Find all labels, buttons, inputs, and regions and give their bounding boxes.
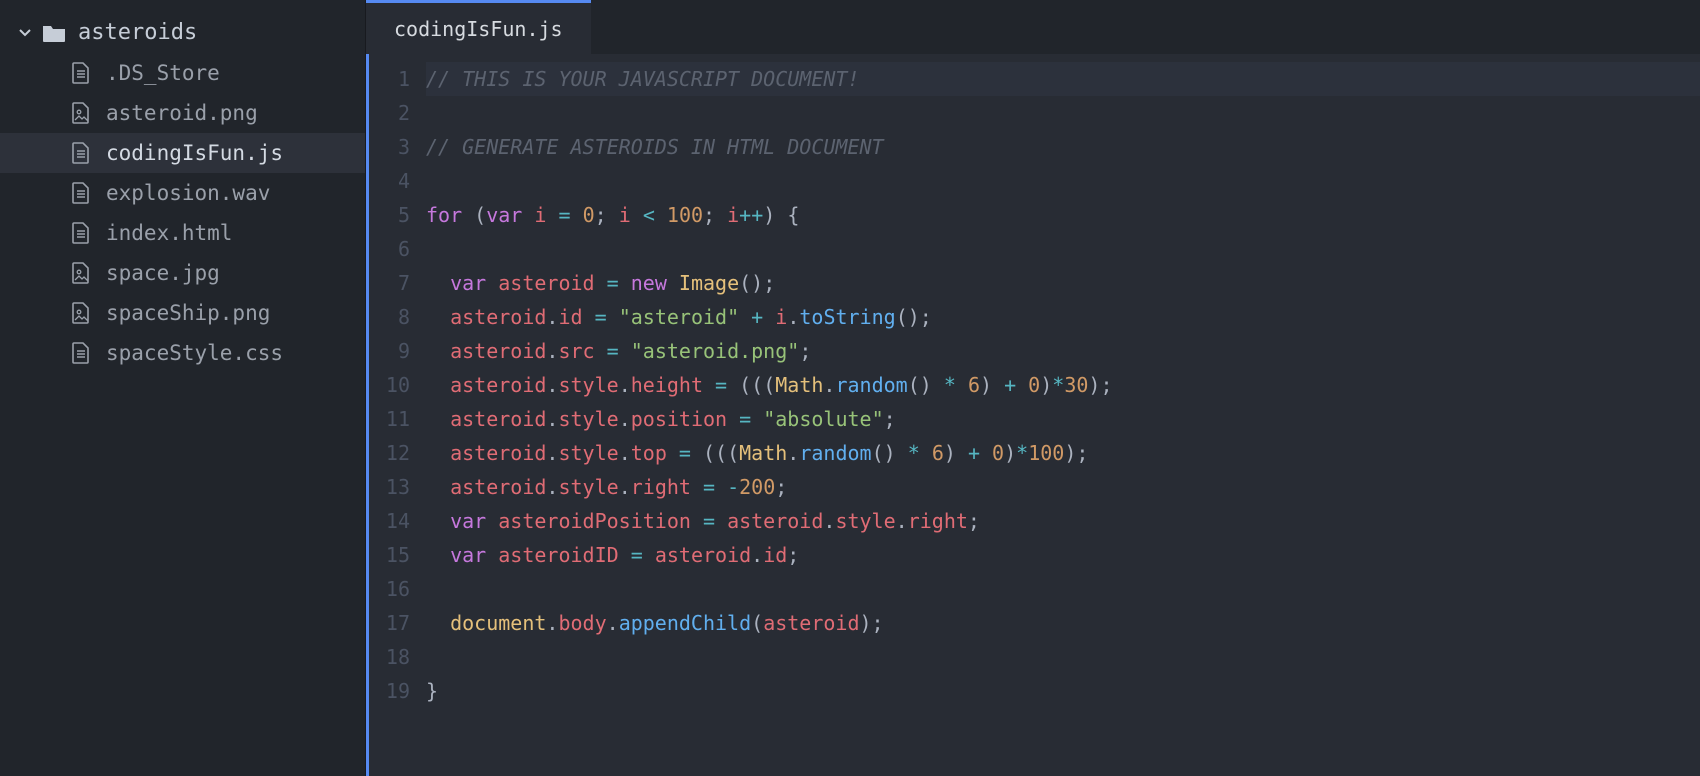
code-line[interactable]: } [426, 674, 1700, 708]
line-number: 10 [366, 368, 410, 402]
tab-label: codingIsFun.js [394, 17, 563, 41]
code-line[interactable]: asteroid.src = "asteroid.png"; [426, 334, 1700, 368]
file-row[interactable]: spaceShip.png [0, 293, 365, 333]
file-name: spaceShip.png [106, 301, 270, 325]
file-name: spaceStyle.css [106, 341, 283, 365]
line-number: 18 [366, 640, 410, 674]
folder-icon [42, 22, 66, 44]
editor-pane: codingIsFun.js 1234567891011121314151617… [365, 0, 1700, 776]
file-row[interactable]: .DS_Store [0, 53, 365, 93]
line-number: 16 [366, 572, 410, 606]
file-name: index.html [106, 221, 232, 245]
line-number: 14 [366, 504, 410, 538]
line-number: 17 [366, 606, 410, 640]
file-text-icon [70, 61, 92, 85]
file-name: space.jpg [106, 261, 220, 285]
folder-name: asteroids [78, 20, 197, 45]
code-editor[interactable]: 12345678910111213141516171819 // THIS IS… [366, 54, 1700, 776]
code-line[interactable]: // GENERATE ASTEROIDS IN HTML DOCUMENT [426, 130, 1700, 164]
file-row[interactable]: space.jpg [0, 253, 365, 293]
code-line[interactable]: asteroid.id = "asteroid" + i.toString(); [426, 300, 1700, 334]
file-row[interactable]: codingIsFun.js [0, 133, 365, 173]
file-text-icon [70, 141, 92, 165]
code-line[interactable] [426, 572, 1700, 606]
file-name: codingIsFun.js [106, 141, 283, 165]
code-line[interactable]: // THIS IS YOUR JAVASCRIPT DOCUMENT! [426, 62, 1700, 96]
file-text-icon [70, 181, 92, 205]
code-line[interactable]: for (var i = 0; i < 100; i++) { [426, 198, 1700, 232]
file-text-icon [70, 221, 92, 245]
line-number: 2 [366, 96, 410, 130]
file-image-icon [70, 101, 92, 125]
code-line[interactable]: asteroid.style.right = -200; [426, 470, 1700, 504]
file-name: asteroid.png [106, 101, 258, 125]
line-number: 12 [366, 436, 410, 470]
code-line[interactable]: asteroid.style.position = "absolute"; [426, 402, 1700, 436]
code-line[interactable]: var asteroidPosition = asteroid.style.ri… [426, 504, 1700, 538]
line-number: 3 [366, 130, 410, 164]
line-number: 8 [366, 300, 410, 334]
code-line[interactable]: document.body.appendChild(asteroid); [426, 606, 1700, 640]
line-number: 1 [366, 62, 410, 96]
code-line[interactable] [426, 164, 1700, 198]
file-text-icon [70, 341, 92, 365]
tab-bar: codingIsFun.js [366, 0, 1700, 54]
code-line[interactable]: var asteroidID = asteroid.id; [426, 538, 1700, 572]
code-line[interactable] [426, 96, 1700, 130]
code-content[interactable]: // THIS IS YOUR JAVASCRIPT DOCUMENT! // … [426, 62, 1700, 776]
tab-active[interactable]: codingIsFun.js [366, 0, 591, 54]
file-name: explosion.wav [106, 181, 270, 205]
line-number: 7 [366, 266, 410, 300]
line-number: 11 [366, 402, 410, 436]
file-row[interactable]: asteroid.png [0, 93, 365, 133]
file-image-icon [70, 261, 92, 285]
folder-row-root[interactable]: asteroids [0, 12, 365, 53]
code-line[interactable]: var asteroid = new Image(); [426, 266, 1700, 300]
line-number: 15 [366, 538, 410, 572]
line-number-gutter: 12345678910111213141516171819 [366, 62, 426, 776]
file-tree-sidebar: asteroids .DS_Store asteroid.png codingIsF… [0, 0, 365, 776]
file-name: .DS_Store [106, 61, 220, 85]
line-number: 9 [366, 334, 410, 368]
code-line[interactable]: asteroid.style.height = (((Math.random()… [426, 368, 1700, 402]
line-number: 4 [366, 164, 410, 198]
file-row[interactable]: index.html [0, 213, 365, 253]
line-number: 6 [366, 232, 410, 266]
file-row[interactable]: explosion.wav [0, 173, 365, 213]
line-number: 5 [366, 198, 410, 232]
chevron-down-icon [18, 26, 32, 40]
code-line[interactable] [426, 232, 1700, 266]
code-line[interactable] [426, 640, 1700, 674]
code-line[interactable]: asteroid.style.top = (((Math.random() * … [426, 436, 1700, 470]
line-number: 13 [366, 470, 410, 504]
file-row[interactable]: spaceStyle.css [0, 333, 365, 373]
line-number: 19 [366, 674, 410, 708]
file-image-icon [70, 301, 92, 325]
